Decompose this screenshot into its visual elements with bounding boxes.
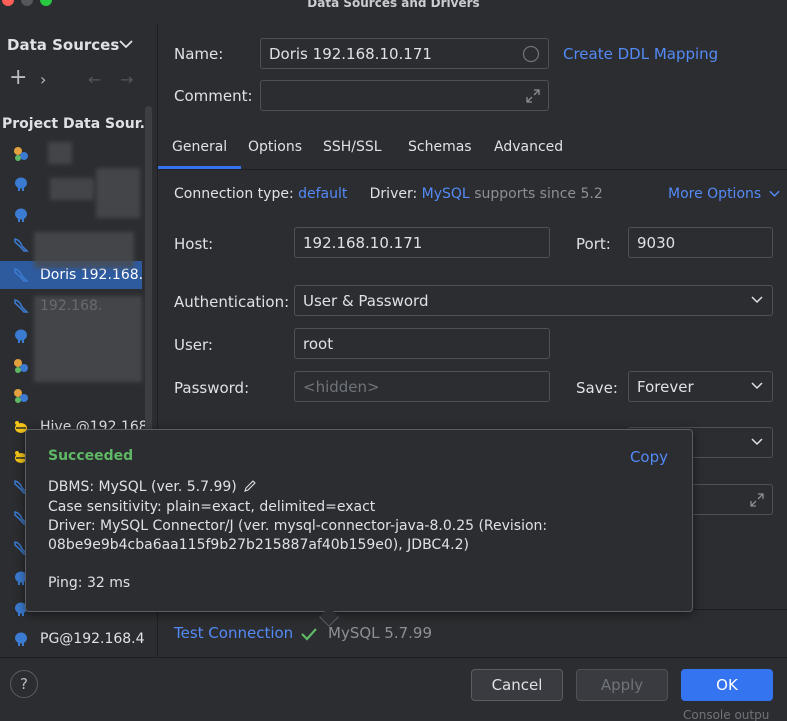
driver-line-2: 08be9e9b4cba6aa115f9b27b215887af40b159e0…: [48, 537, 469, 553]
project-data-sources-group[interactable]: Project Data Sour..: [2, 116, 150, 132]
postgres-elephant-icon: [12, 327, 30, 345]
password-label: Password:: [174, 379, 250, 397]
window-titlebar: Data Sources and Drivers: [0, 0, 787, 24]
password-placeholder: <hidden>: [303, 378, 380, 396]
tab-schemas[interactable]: Schemas: [408, 139, 472, 155]
tab-bar: General Options SSH/SSL Schemas Advanced: [157, 130, 787, 170]
mixed-db-icon: [12, 387, 30, 405]
dbms-text: DBMS: MySQL (ver. 5.7.99): [48, 479, 237, 495]
color-circle-icon[interactable]: [522, 45, 540, 63]
authentication-select[interactable]: User & Password: [294, 285, 773, 316]
test-connection-result: MySQL 5.7.99: [328, 624, 432, 642]
authentication-label: Authentication:: [174, 293, 290, 311]
tab-general[interactable]: General: [157, 139, 242, 169]
mysql-dolphin-icon: [12, 297, 30, 315]
create-ddl-mapping-link[interactable]: Create DDL Mapping: [563, 45, 718, 63]
window-title: Data Sources and Drivers: [307, 0, 480, 10]
driver-line-1: Driver: MySQL Connector/J (ver. mysql-co…: [48, 518, 548, 534]
chevron-right-icon[interactable]: ›: [40, 70, 46, 90]
redaction-blur: [50, 178, 94, 200]
chevron-down-icon: [751, 438, 763, 446]
name-label: Name:: [174, 45, 224, 63]
more-options-label: More Options: [668, 186, 762, 202]
user-field[interactable]: root: [294, 328, 550, 359]
copy-link[interactable]: Copy: [630, 448, 668, 466]
more-options-button[interactable]: More Options: [668, 186, 780, 202]
redaction-blur: [34, 232, 134, 268]
console-output-peek: Console outpu: [683, 708, 770, 721]
checkmark-icon: [301, 628, 317, 641]
name-value: Doris 192.168.10.171: [269, 45, 432, 63]
save-select[interactable]: Forever: [628, 371, 773, 402]
dbms-line: DBMS: MySQL (ver. 5.7.99): [48, 479, 257, 495]
pencil-icon[interactable]: [243, 479, 257, 493]
mysql-dolphin-icon: [12, 236, 30, 254]
comment-label: Comment:: [174, 87, 253, 105]
forward-arrow-icon[interactable]: →: [120, 70, 133, 90]
expand-icon[interactable]: [748, 491, 766, 509]
sidebar-item-label: Doris 192.168.: [40, 267, 144, 284]
help-button[interactable]: ?: [10, 670, 38, 698]
case-sensitivity-line: Case sensitivity: plain=exact, delimited…: [48, 499, 376, 515]
test-connection-link[interactable]: Test Connection: [174, 624, 293, 642]
cancel-button[interactable]: Cancel: [471, 669, 563, 701]
ping-line: Ping: 32 ms: [48, 575, 131, 591]
ok-button[interactable]: OK: [681, 669, 773, 701]
host-field[interactable]: 192.168.10.171: [294, 227, 550, 258]
sidebar-toolbar: + › ← →: [0, 65, 157, 94]
port-label: Port:: [576, 235, 611, 253]
connection-type-label: Connection type:: [174, 186, 294, 202]
sidebar-item-label: PG@192.168.4: [40, 630, 145, 647]
password-field[interactable]: <hidden>: [294, 371, 550, 402]
port-field[interactable]: 9030: [628, 227, 773, 258]
save-label: Save:: [576, 379, 618, 397]
data-sources-dropdown[interactable]: Data Sources: [0, 28, 157, 58]
postgres-elephant-icon: [12, 206, 30, 224]
add-icon[interactable]: +: [9, 65, 27, 90]
dialog-footer: ? Cancel Apply OK Console outpu: [0, 657, 787, 721]
chevron-down-icon: [119, 40, 133, 49]
host-label: Host:: [174, 235, 214, 253]
host-value: 192.168.10.171: [303, 234, 423, 252]
tab-advanced[interactable]: Advanced: [494, 139, 563, 155]
postgres-elephant-icon: [12, 175, 30, 193]
chevron-down-icon: [751, 382, 763, 390]
redaction-blur: [48, 142, 72, 164]
driver-link[interactable]: MySQL: [422, 186, 470, 202]
authentication-value: User & Password: [303, 292, 429, 310]
redaction-blur: [96, 168, 140, 218]
driver-label: Driver:: [369, 186, 418, 202]
tab-options[interactable]: Options: [248, 139, 302, 155]
tab-ssh-ssl[interactable]: SSH/SSL: [323, 139, 382, 155]
mysql-dolphin-icon: [12, 266, 30, 284]
connection-result-popup: Succeeded Copy DBMS: MySQL (ver. 5.7.99)…: [25, 429, 693, 627]
name-field[interactable]: Doris 192.168.10.171: [260, 38, 549, 69]
sidebar-item[interactable]: [0, 382, 142, 410]
chevron-down-icon: [769, 190, 780, 197]
comment-field[interactable]: [260, 80, 549, 111]
back-arrow-icon[interactable]: ←: [88, 70, 101, 90]
apply-button[interactable]: Apply: [576, 669, 668, 701]
connection-info-row: Connection type: default Driver: MySQL s…: [174, 186, 603, 202]
user-value: root: [303, 335, 334, 353]
sidebar-header-label: Data Sources: [7, 36, 120, 54]
sidebar-item[interactable]: PG@192.168.4: [0, 625, 145, 653]
port-value: 9030: [637, 234, 676, 252]
mixed-db-icon: [12, 357, 30, 375]
postgres-elephant-icon: [12, 630, 30, 648]
user-label: User:: [174, 336, 213, 354]
chevron-down-icon: [751, 296, 763, 304]
success-status: Succeeded: [48, 448, 134, 464]
mixed-db-icon: [12, 145, 30, 163]
expand-icon[interactable]: [524, 87, 542, 105]
driver-note: supports since 5.2: [474, 186, 603, 202]
redaction-blur: [34, 296, 142, 382]
connection-type-value[interactable]: default: [298, 186, 347, 202]
save-value: Forever: [637, 378, 694, 396]
